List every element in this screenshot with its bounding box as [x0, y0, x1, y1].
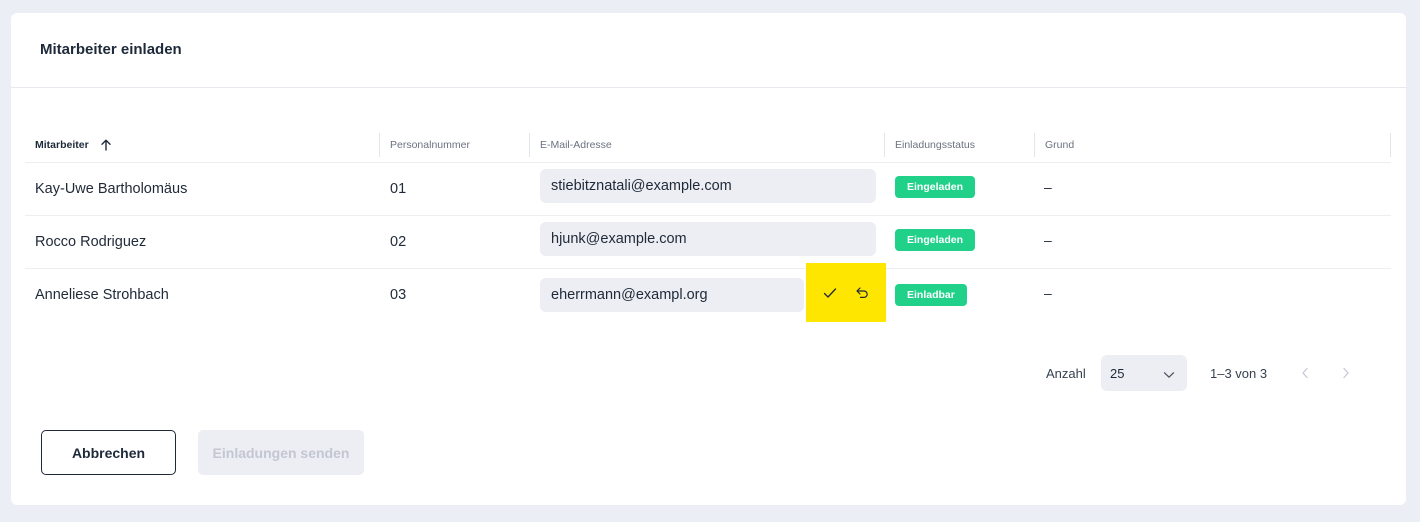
table-row: Kay-Uwe Bartholomäus 01 stiebitznatali@e… [25, 163, 1391, 216]
reason-text: – [1044, 179, 1052, 195]
page-range: 1–3 von 3 [1210, 365, 1268, 381]
column-header-personnel-number[interactable]: Personalnummer [390, 126, 470, 163]
dialog-header: Mitarbeiter einladen [11, 13, 1406, 88]
status-badge: Einladbar [895, 284, 967, 306]
personnel-number: 01 [390, 181, 407, 197]
column-separator[interactable] [529, 133, 530, 157]
chevron-left-icon[interactable] [1296, 364, 1314, 382]
invite-dialog: Mitarbeiter einladen Mitarbeiter Persona… [11, 13, 1406, 505]
column-separator[interactable] [884, 133, 885, 157]
email-field[interactable]: eherrmann@exampl.org [540, 278, 804, 312]
chevron-right-icon[interactable] [1337, 364, 1355, 382]
dialog-title: Mitarbeiter einladen [40, 41, 182, 58]
personnel-number: 03 [390, 287, 407, 303]
edit-actions [806, 263, 886, 322]
column-header-label: Personalnummer [390, 138, 470, 151]
page-size-value: 25 [1110, 365, 1125, 381]
column-header-label: Mitarbeiter [35, 138, 89, 151]
column-header-email[interactable]: E-Mail-Adresse [540, 126, 612, 163]
send-invitations-button[interactable]: Einladungen senden [198, 430, 364, 475]
status-badge: Eingeladen [895, 176, 976, 198]
column-header-label: Einladungsstatus [895, 138, 975, 151]
reason-text: – [1044, 232, 1052, 248]
column-separator[interactable] [379, 133, 380, 157]
employee-name: Kay-Uwe Bartholomäus [35, 181, 188, 197]
personnel-number: 02 [390, 234, 407, 250]
table-row: Anneliese Strohbach 03 eherrmann@exampl.… [25, 263, 1391, 322]
status-badge: Eingeladen [895, 229, 976, 251]
check-icon[interactable] [818, 281, 842, 305]
employee-table: Mitarbeiter Personalnummer E-Mail-Adress… [25, 126, 1391, 322]
reason-text: – [1044, 285, 1052, 301]
column-header-label: Grund [1045, 138, 1075, 151]
cancel-button[interactable]: Abbrechen [41, 430, 176, 475]
employee-name: Rocco Rodriguez [35, 234, 147, 250]
table-row: Rocco Rodriguez 02 hjunk@example.com Ein… [25, 216, 1391, 269]
undo-icon[interactable] [850, 281, 874, 305]
column-separator[interactable] [1390, 133, 1391, 157]
column-header-invite-status[interactable]: Einladungsstatus [895, 126, 975, 163]
column-header-label: E-Mail-Adresse [540, 138, 612, 151]
column-header-employee[interactable]: Mitarbeiter [35, 126, 111, 163]
email-field[interactable]: stiebitznatali@example.com [540, 169, 876, 203]
table-header: Mitarbeiter Personalnummer E-Mail-Adress… [25, 126, 1391, 163]
page-size-select[interactable]: 25 [1101, 355, 1187, 391]
column-separator[interactable] [1034, 133, 1035, 157]
employee-name: Anneliese Strohbach [35, 287, 169, 303]
arrow-up-icon[interactable] [100, 139, 111, 151]
pagination: Anzahl 25 1–3 von 3 [11, 355, 1406, 391]
chevron-down-icon [1163, 367, 1175, 382]
column-header-reason[interactable]: Grund [1045, 126, 1074, 163]
page-size-label: Anzahl [1046, 365, 1086, 381]
email-field[interactable]: hjunk@example.com [540, 222, 876, 256]
